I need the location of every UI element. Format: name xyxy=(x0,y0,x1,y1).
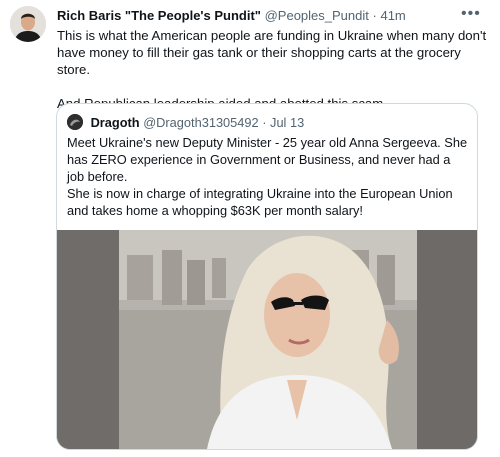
quoted-text-line: Meet Ukraine's new Deputy Minister - 25 … xyxy=(67,135,468,184)
quoted-author-name: Dragoth xyxy=(90,115,140,130)
author-avatar[interactable] xyxy=(10,6,46,42)
quoted-text-line: She is now in charge of integrating Ukra… xyxy=(67,186,453,218)
quoted-author-avatar xyxy=(67,114,83,130)
quoted-tweet-timestamp: Jul 13 xyxy=(270,115,305,130)
tweet-header: Rich Baris "The People's Pundit" @People… xyxy=(57,8,406,23)
author-handle[interactable]: @Peoples_Pundit xyxy=(265,8,369,23)
quoted-tweet-image[interactable] xyxy=(57,230,477,449)
quoted-author-handle: @Dragoth31305492 xyxy=(143,115,259,130)
author-name[interactable]: Rich Baris "The People's Pundit" xyxy=(57,8,261,23)
tweet-timestamp[interactable]: 41m xyxy=(380,8,405,23)
more-horizontal-icon[interactable]: ••• xyxy=(461,5,481,23)
separator-dot: · xyxy=(372,8,377,23)
tweet-paragraph: This is what the American people are fun… xyxy=(57,28,487,77)
quoted-tweet-card[interactable]: Dragoth @Dragoth31305492 · Jul 13 Meet U… xyxy=(56,103,478,450)
separator-dot: · xyxy=(262,115,267,130)
quoted-tweet-text: Meet Ukraine's new Deputy Minister - 25 … xyxy=(67,134,469,219)
quoted-tweet-header: Dragoth @Dragoth31305492 · Jul 13 xyxy=(67,114,304,130)
